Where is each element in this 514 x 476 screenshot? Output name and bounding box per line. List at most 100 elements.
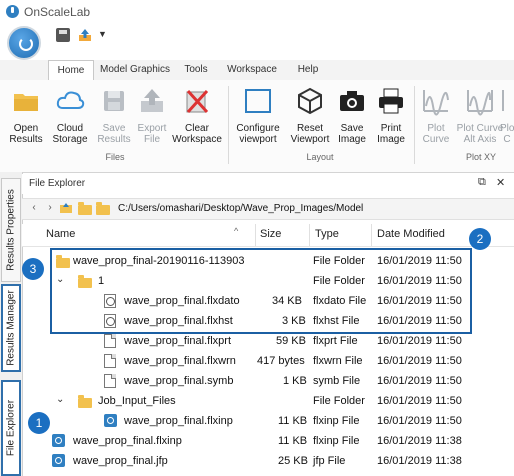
reset-viewport-button[interactable]: Reset Viewport — [286, 86, 334, 145]
plot-curve-alt-axis-label: Plot Curve Alt Axis — [456, 123, 504, 145]
plot-curve-alt-axis-button[interactable]: Plot Curve Alt Axis — [456, 86, 504, 145]
plot-curve-button[interactable]: Plot Curve — [416, 86, 456, 145]
quick-access-dropdown-icon[interactable]: ▼ — [98, 29, 107, 39]
open-folder-icon — [14, 94, 38, 111]
save-image-label: Save Image — [338, 123, 366, 145]
results-properties-label: Results Properties — [5, 189, 17, 271]
file-size: 11 KB — [278, 415, 308, 427]
plot-xy-group-label: Plot XY — [465, 152, 496, 162]
plot-c-label: Plo C — [500, 123, 514, 145]
up-folder-icon[interactable] — [60, 203, 72, 213]
files-group-label: Files — [105, 152, 125, 162]
file-name: wave_prop_final.flxprt — [124, 335, 232, 347]
tab-file-explorer[interactable]: File Explorer — [1, 380, 21, 476]
open-results-button[interactable]: Open Results — [4, 86, 48, 145]
plot-curve-label: Plot Curve — [422, 123, 450, 145]
viewport-icon — [245, 89, 271, 113]
file-name: wave_prop_final.flxinp — [124, 415, 233, 427]
layout-group-label: Layout — [306, 152, 334, 162]
file-type: flxinp File — [313, 435, 360, 447]
file-icon — [104, 334, 116, 348]
tab-model-graphics[interactable]: Model Graphics — [98, 60, 172, 80]
upload-icon[interactable] — [78, 28, 92, 42]
plot-c-button[interactable]: Plo C — [500, 86, 514, 145]
clear-workspace-button[interactable]: Clear Workspace — [170, 86, 224, 145]
file-type: File Folder — [313, 395, 365, 407]
file-name: wave_prop_final.flxwrn — [124, 355, 236, 367]
callout-badge: 3 — [22, 258, 44, 280]
tab-home[interactable]: Home — [48, 60, 94, 81]
file-size: 25 KB — [278, 455, 308, 467]
highlight-box — [50, 248, 472, 334]
file-explorer-header — [22, 174, 514, 194]
path-display[interactable]: C:/Users/omashari/Desktop/Wave_Prop_Imag… — [118, 203, 363, 214]
float-window-icon[interactable]: ⧉ — [478, 176, 486, 189]
forward-icon[interactable]: › — [44, 202, 56, 214]
tab-help[interactable]: Help — [288, 60, 328, 80]
file-size: 1 KB — [283, 375, 307, 387]
column-separator — [371, 224, 372, 246]
file-date: 16/01/2019 11:50 — [377, 335, 462, 347]
export-file-button[interactable]: Export File — [130, 86, 174, 145]
onscale-file-icon — [52, 454, 65, 467]
reset-viewport-label: Reset Viewport — [290, 123, 330, 145]
file-size: 59 KB — [276, 335, 306, 347]
folder-icon[interactable] — [96, 202, 110, 215]
tab-results-properties[interactable]: Results Properties — [1, 178, 21, 282]
sort-icon[interactable]: ^ — [234, 226, 238, 236]
configure-viewport-button[interactable]: Configure viewport — [232, 86, 284, 145]
cloud-storage-label: Cloud Storage — [52, 123, 88, 145]
file-type: symb File — [313, 375, 361, 387]
ribbon-separator — [228, 86, 229, 164]
plot-alt-axis-icon — [467, 90, 493, 116]
column-type-header[interactable]: Type — [315, 228, 339, 240]
save-icon[interactable] — [56, 28, 70, 42]
save-image-button[interactable]: Save Image — [334, 86, 370, 145]
save-results-icon — [104, 91, 124, 111]
application-menu-button[interactable] — [7, 26, 41, 60]
file-type: flxinp File — [313, 415, 360, 427]
column-date-header[interactable]: Date Modified — [377, 228, 445, 240]
plot-icon — [502, 90, 504, 111]
printer-icon — [379, 88, 403, 114]
app-title: OnScaleLab — [24, 5, 91, 19]
file-name: wave_prop_final.symb — [124, 375, 234, 387]
file-date: 16/01/2019 11:38 — [377, 435, 462, 447]
file-name: wave_prop_final.jfp — [73, 455, 168, 467]
cloud-storage-button[interactable]: Cloud Storage — [48, 86, 92, 145]
onscale-file-icon — [52, 434, 65, 447]
close-icon[interactable]: ✕ — [496, 176, 505, 189]
file-date: 16/01/2019 11:38 — [377, 455, 462, 467]
export-icon — [141, 89, 163, 112]
new-folder-icon[interactable] — [78, 202, 92, 215]
callout-badge: 1 — [28, 412, 50, 434]
plot-curve-icon — [423, 90, 449, 116]
open-results-label: Open Results — [9, 123, 43, 145]
column-size-header[interactable]: Size — [260, 228, 281, 240]
tab-tools[interactable]: Tools — [176, 60, 216, 80]
file-type: jfp File — [313, 455, 346, 467]
print-image-button[interactable]: Print Image — [372, 86, 410, 145]
file-explorer-label: File Explorer — [5, 399, 17, 457]
chevron-down-icon[interactable]: ⌄ — [56, 394, 64, 405]
folder-icon — [78, 395, 92, 408]
tab-workspace[interactable]: Workspace — [222, 60, 282, 80]
column-name-header[interactable]: Name — [46, 228, 75, 240]
tab-results-manager[interactable]: Results Manager — [1, 284, 21, 372]
file-date: 16/01/2019 11:50 — [377, 375, 462, 387]
print-image-label: Print Image — [377, 123, 405, 145]
file-date: 16/01/2019 11:50 — [377, 395, 462, 407]
ribbon-separator — [414, 86, 415, 164]
clear-workspace-label: Clear Workspace — [172, 123, 222, 145]
file-type: flxwrn File — [313, 355, 363, 367]
file-date: 16/01/2019 11:50 — [377, 415, 462, 427]
file-size: 11 KB — [278, 435, 308, 447]
back-icon[interactable]: ‹ — [28, 202, 40, 214]
clear-workspace-icon — [186, 89, 209, 114]
results-manager-label: Results Manager — [5, 290, 17, 366]
export-file-label: Export File — [137, 123, 167, 145]
app-logo-icon — [6, 5, 19, 18]
file-date: 16/01/2019 11:50 — [377, 355, 462, 367]
file-type: flxprt File — [313, 335, 358, 347]
callout-badge: 2 — [469, 228, 491, 250]
